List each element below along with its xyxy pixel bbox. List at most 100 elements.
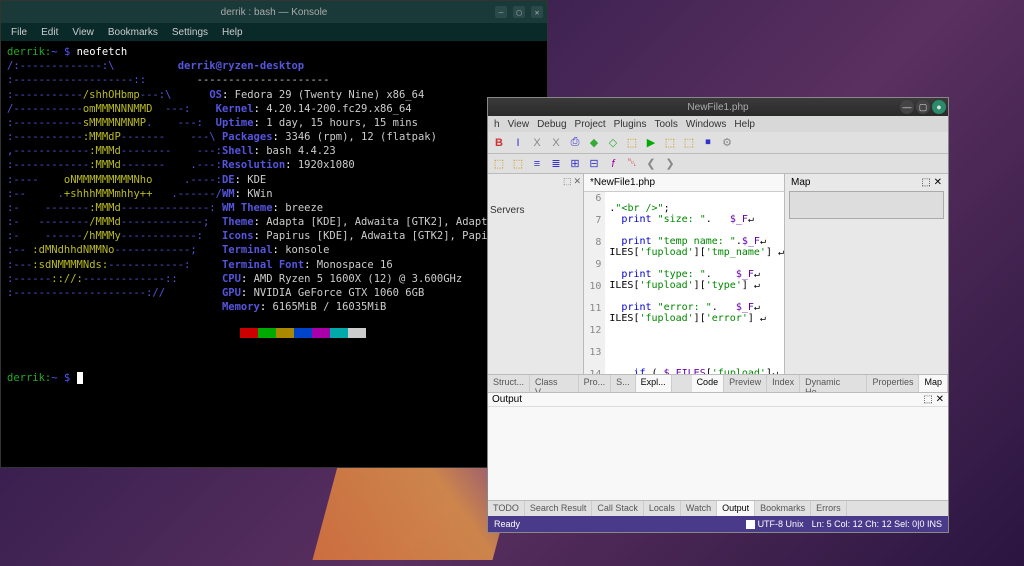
- tab-project[interactable]: Pro...: [579, 375, 612, 392]
- minimap[interactable]: [789, 191, 944, 219]
- color-palette: [7, 329, 366, 341]
- typed-command: neofetch: [77, 46, 128, 58]
- editor-statusbar: Ready UTF-8 Unix Ln: 5 Col: 12 Ch: 12 Se…: [488, 516, 948, 532]
- checkbox-icon[interactable]: [746, 520, 755, 529]
- toolbar-icon[interactable]: ❯: [661, 155, 679, 173]
- editor-code-area: *NewFile1.php 67891011121314 ."<br />"; …: [584, 174, 784, 374]
- stop-icon[interactable]: ⏹: [699, 134, 717, 152]
- minimize-button[interactable]: —: [495, 6, 507, 18]
- tab-errors[interactable]: Errors: [811, 501, 847, 516]
- tab-dynamic[interactable]: Dynamic He...: [800, 375, 867, 392]
- toolbar-icon[interactable]: I: [509, 134, 527, 152]
- menu-view[interactable]: View: [66, 27, 100, 38]
- panel-close-icon[interactable]: ✕: [934, 177, 942, 188]
- neofetch-row: /-----------omMMMNNNMMD ---: Kernel: 4.2…: [7, 103, 412, 115]
- file-tab[interactable]: *NewFile1.php: [584, 174, 784, 192]
- tab-s[interactable]: S...: [611, 375, 636, 392]
- menu-file[interactable]: File: [5, 27, 33, 38]
- tab-properties[interactable]: Properties: [867, 375, 919, 392]
- editor-toolbar: B I X X ⎙ ◆ ◇ ⬚ ▶ ⬚ ⬚ ⏹ ⚙: [488, 132, 948, 154]
- toolbar-icon[interactable]: ⬚: [490, 155, 508, 173]
- editor-menu-debug[interactable]: Debug: [533, 119, 570, 130]
- tab-output[interactable]: Output: [717, 501, 755, 516]
- neofetch-row: :---------------------:// GPU: NVIDIA Ge…: [7, 287, 424, 299]
- toolbar-icon[interactable]: ⬚: [661, 134, 679, 152]
- neofetch-row: /:-------------:\ derrik@ryzen-desktop: [7, 60, 304, 72]
- terminal-output[interactable]: derrik:~ $ neofetch /:-------------:\ de…: [1, 41, 547, 389]
- menu-settings[interactable]: Settings: [166, 27, 214, 38]
- toolbar-icon[interactable]: ⬚: [680, 134, 698, 152]
- maximize-button[interactable]: ▢: [513, 6, 525, 18]
- editor-menu-project[interactable]: Project: [571, 119, 610, 130]
- close-button[interactable]: ✕: [531, 6, 543, 18]
- tab-index[interactable]: Index: [767, 375, 800, 392]
- menu-bookmarks[interactable]: Bookmarks: [102, 27, 164, 38]
- toolbar-icon[interactable]: ≣: [547, 155, 565, 173]
- toolbar-icon[interactable]: ◆: [585, 134, 603, 152]
- panel-close-icon[interactable]: ✕: [936, 394, 944, 405]
- editor-bottom-tabs-2: TODO Search Result Call Stack Locals Wat…: [488, 500, 948, 516]
- neofetch-row: Memory: 6165MiB / 16035MiB: [7, 301, 386, 313]
- editor-menu-help[interactable]: Help: [730, 119, 759, 130]
- tab-watch[interactable]: Watch: [681, 501, 717, 516]
- servers-label[interactable]: Servers: [490, 205, 581, 216]
- toolbar-icon[interactable]: ◇: [604, 134, 622, 152]
- status-ready: Ready: [494, 519, 520, 529]
- tab-search[interactable]: Search Result: [525, 501, 593, 516]
- tab-classview[interactable]: Class V...: [530, 375, 579, 392]
- settings-icon[interactable]: ⚙: [718, 134, 736, 152]
- map-label: Map: [791, 177, 810, 188]
- bold-icon[interactable]: B: [490, 134, 508, 152]
- toolbar-icon[interactable]: ❮: [642, 155, 660, 173]
- neofetch-row: :------:://:-------------:: CPU: AMD Ryz…: [7, 273, 462, 285]
- neofetch-row: :- -------:MMMd--------------: WM Theme:…: [7, 202, 323, 214]
- line-gutter: 67891011121314: [584, 192, 605, 374]
- toolbar-icon[interactable]: X: [547, 134, 565, 152]
- panel-pin-icon[interactable]: ⬚: [921, 177, 930, 188]
- panel-close-icon[interactable]: ✕: [573, 176, 581, 187]
- tab-explorer[interactable]: Expl...: [636, 375, 672, 392]
- toolbar-icon[interactable]: ⊞: [566, 155, 584, 173]
- neofetch-row: :-----------/shhOHbmp---:\ OS: Fedora 29…: [7, 89, 424, 101]
- editor-close-button[interactable]: ●: [932, 100, 946, 114]
- neofetch-row: :------------:MMMd------- .---:Resolutio…: [7, 159, 355, 171]
- tab-callstack[interactable]: Call Stack: [592, 501, 644, 516]
- tab-code[interactable]: Code: [692, 375, 725, 392]
- panel-pin-icon[interactable]: ⬚: [923, 394, 932, 405]
- tab-bookmarks[interactable]: Bookmarks: [755, 501, 811, 516]
- toolbar-icon[interactable]: ⊟: [585, 155, 603, 173]
- menu-edit[interactable]: Edit: [35, 27, 64, 38]
- neofetch-row: :-------------------:: -----------------…: [7, 74, 329, 86]
- tab-preview[interactable]: Preview: [724, 375, 767, 392]
- tab-structure[interactable]: Struct...: [488, 375, 530, 392]
- toolbar-icon[interactable]: ␀: [623, 155, 641, 173]
- editor-output-panel: Output ⬚ ✕: [488, 392, 948, 500]
- toolbar-icon[interactable]: X: [528, 134, 546, 152]
- editor-menubar: h View Debug Project Plugins Tools Windo…: [488, 116, 948, 132]
- code-lines[interactable]: ."<br />"; print "size: ". $_F↵ print "t…: [605, 192, 784, 374]
- tab-todo[interactable]: TODO: [488, 501, 525, 516]
- editor-menu-newfile-icon[interactable]: h: [490, 119, 504, 130]
- editor-menu-plugins[interactable]: Plugins: [610, 119, 651, 130]
- neofetch-row: :-----------sMMMMNMNMP. ---: Uptime: 1 d…: [7, 117, 418, 129]
- editor-maximize-button[interactable]: ▢: [916, 100, 930, 114]
- toolbar-icon[interactable]: ⬚: [623, 134, 641, 152]
- code-body[interactable]: 67891011121314 ."<br />"; print "size: "…: [584, 192, 784, 374]
- tab-locals[interactable]: Locals: [644, 501, 681, 516]
- tab-map[interactable]: Map: [919, 375, 948, 392]
- play-icon[interactable]: ▶: [642, 134, 660, 152]
- editor-menu-windows[interactable]: Windows: [682, 119, 731, 130]
- panel-pin-icon[interactable]: ⬚: [563, 176, 572, 187]
- editor-menu-view[interactable]: View: [504, 119, 534, 130]
- editor-menu-tools[interactable]: Tools: [650, 119, 681, 130]
- function-icon[interactable]: f: [604, 155, 622, 173]
- editor-minimize-button[interactable]: —: [900, 100, 914, 114]
- menu-help[interactable]: Help: [216, 27, 249, 38]
- terminal-title: derrik : bash — Konsole: [221, 7, 328, 18]
- toolbar-icon[interactable]: ⎙: [566, 134, 584, 152]
- terminal-titlebar[interactable]: derrik : bash — Konsole — ▢ ✕: [1, 1, 547, 23]
- output-label: Output: [492, 394, 522, 405]
- editor-titlebar[interactable]: NewFile1.php — ▢ ●: [488, 98, 948, 116]
- toolbar-icon[interactable]: ⬚: [509, 155, 527, 173]
- toolbar-icon[interactable]: ≡: [528, 155, 546, 173]
